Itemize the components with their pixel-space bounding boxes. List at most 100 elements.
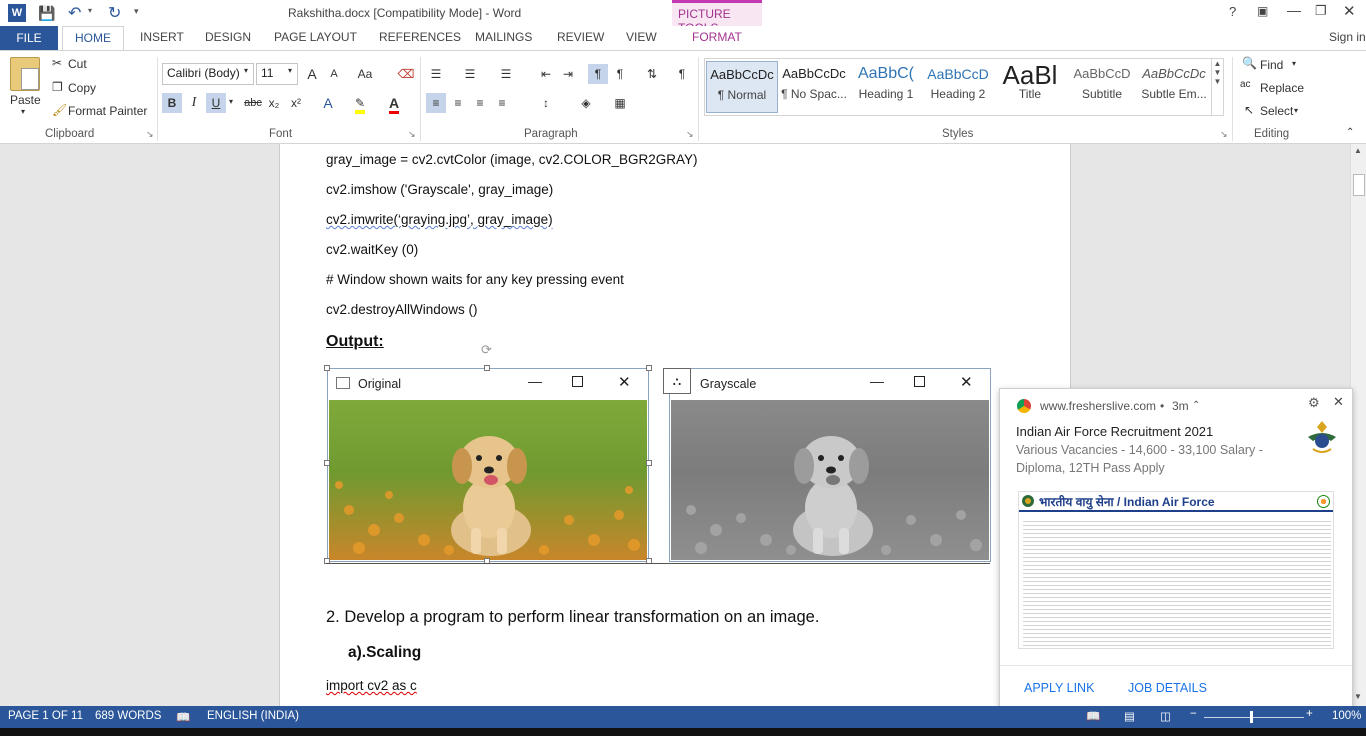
browser-notification[interactable]: www.fresherslive.com • 3m ⌃ ⚙ ✕ Indian A… [999, 388, 1353, 712]
collapse-ribbon-icon[interactable]: ⌃ [1346, 127, 1354, 138]
find-dropdown-icon[interactable]: ▾ [1292, 59, 1296, 68]
scroll-up-icon[interactable]: ▲ [1354, 146, 1362, 155]
resize-handle[interactable] [324, 460, 330, 466]
help-icon[interactable]: ? [1229, 4, 1236, 19]
underline-button[interactable]: U [206, 93, 226, 113]
clear-formatting-icon[interactable]: ⌫ [396, 64, 416, 84]
tab-format[interactable]: FORMAT [692, 30, 742, 44]
section-heading[interactable]: 2. Develop a program to perform linear t… [326, 608, 819, 627]
gear-icon[interactable]: ⚙ [1308, 395, 1320, 411]
redo-icon[interactable]: ↻ [108, 3, 121, 23]
find-button[interactable]: Find [1260, 58, 1283, 72]
scroll-down-icon[interactable]: ▼ [1354, 692, 1362, 701]
code-line[interactable]: cv2.waitKey (0) [326, 242, 418, 257]
restore-icon[interactable]: ❐ [1315, 3, 1327, 19]
multilevel-list-icon[interactable]: ☰ [496, 64, 516, 84]
web-layout-icon[interactable]: ◫ [1160, 709, 1171, 723]
word-count[interactable]: 689 WORDS [95, 710, 161, 722]
superscript-button[interactable]: x² [286, 93, 306, 113]
bold-button[interactable]: B [162, 93, 182, 113]
tab-mailings[interactable]: MAILINGS [475, 30, 532, 44]
justify-icon[interactable]: ≡ [492, 93, 512, 113]
italic-button[interactable]: I [184, 93, 204, 113]
align-left-icon[interactable]: ≡ [426, 93, 446, 113]
paragraph-launcher-icon[interactable]: ↘ [686, 129, 694, 140]
subsection-heading[interactable]: a).Scaling [348, 644, 421, 662]
format-painter-button[interactable]: Format Painter [68, 104, 147, 118]
read-mode-icon[interactable]: 📖 [1086, 709, 1100, 723]
style-subtitle[interactable]: AaBbCcD Subtitle [1066, 61, 1138, 113]
sign-in-link[interactable]: Sign in [1329, 30, 1366, 44]
text-effects-icon[interactable]: A [318, 93, 338, 113]
undo-dropdown-icon[interactable]: ▾ [88, 6, 92, 15]
grayscale-window-image[interactable]: ⛬ Grayscale — ✕ [663, 368, 991, 562]
bullets-icon[interactable]: ☰ [426, 64, 446, 84]
change-case-icon[interactable]: Aa [352, 64, 378, 84]
style-title[interactable]: AaBl Title [994, 61, 1066, 113]
show-marks-icon[interactable]: ¶ [672, 64, 692, 84]
select-button[interactable]: Select [1260, 104, 1293, 118]
page-count[interactable]: PAGE 1 OF 11 [8, 710, 83, 722]
zoom-in-icon[interactable]: + [1306, 708, 1313, 720]
ribbon-display-icon[interactable]: ▣ [1257, 4, 1268, 18]
line-spacing-icon[interactable]: ↕ [536, 93, 556, 113]
rotate-handle-icon[interactable]: ⟳ [481, 342, 492, 358]
font-size-dropdown-icon[interactable]: ▾ [288, 66, 292, 75]
font-family-select[interactable]: Calibri (Body) [162, 63, 254, 85]
resize-handle[interactable] [484, 365, 490, 371]
tab-file[interactable]: FILE [0, 26, 58, 50]
zoom-out-icon[interactable]: − [1190, 708, 1197, 720]
customize-toolbar-icon[interactable]: ▾ [134, 6, 139, 17]
rtl-icon[interactable]: ¶ [610, 64, 630, 84]
tab-design[interactable]: DESIGN [205, 30, 251, 44]
align-right-icon[interactable]: ≡ [470, 93, 490, 113]
font-color-icon[interactable]: A [384, 93, 404, 114]
resize-handle[interactable] [646, 460, 652, 466]
resize-handle[interactable] [324, 365, 330, 371]
tab-view[interactable]: VIEW [626, 30, 657, 44]
save-icon[interactable]: 💾 [38, 5, 55, 22]
code-line[interactable]: # Window shown waits for any key pressin… [326, 272, 624, 287]
style-no-spacing[interactable]: AaBbCcDc ¶ No Spac... [778, 61, 850, 113]
minimize-icon[interactable]: — [1287, 2, 1301, 18]
code-line[interactable]: import cv2 as c [326, 678, 417, 693]
paste-icon[interactable] [10, 57, 40, 91]
paste-dropdown-icon[interactable]: ▾ [21, 107, 25, 116]
paste-button[interactable]: Paste [10, 93, 41, 107]
cut-button[interactable]: Cut [68, 57, 87, 71]
layout-options-icon[interactable]: ⛬ [663, 368, 691, 394]
copy-button[interactable]: Copy [68, 81, 96, 95]
shrink-font-icon[interactable]: A [324, 64, 344, 84]
select-dropdown-icon[interactable]: ▾ [1294, 106, 1298, 115]
decrease-indent-icon[interactable]: ⇤ [536, 64, 556, 84]
tab-page-layout[interactable]: PAGE LAYOUT [274, 30, 357, 44]
zoom-slider-thumb[interactable] [1250, 711, 1253, 723]
proofing-icon[interactable]: 📖 [176, 710, 190, 724]
zoom-slider[interactable] [1204, 717, 1304, 718]
numbering-icon[interactable]: ☰ [460, 64, 480, 84]
subscript-button[interactable]: x₂ [264, 93, 284, 113]
clipboard-launcher-icon[interactable]: ↘ [146, 129, 154, 140]
code-line[interactable]: gray_image = cv2.cvtColor (image, cv2.CO… [326, 152, 698, 167]
close-icon[interactable]: ✕ [1333, 394, 1344, 410]
apply-link-button[interactable]: APPLY LINK [1024, 681, 1094, 695]
document-page[interactable]: gray_image = cv2.cvtColor (image, cv2.CO… [279, 144, 1071, 706]
styles-launcher-icon[interactable]: ↘ [1220, 129, 1228, 140]
job-details-button[interactable]: JOB DETAILS [1128, 681, 1207, 695]
code-line[interactable]: cv2.imshow ('Grayscale', gray_image) [326, 182, 553, 197]
align-center-icon[interactable]: ≡ [448, 93, 468, 113]
style-heading-2[interactable]: AaBbCcD Heading 2 [922, 61, 994, 113]
code-line[interactable]: cv2.destroyAllWindows () [326, 302, 478, 317]
resize-handle[interactable] [646, 365, 652, 371]
tab-insert[interactable]: INSERT [140, 30, 184, 44]
style-heading-1[interactable]: AaBbC( Heading 1 [850, 61, 922, 113]
highlight-icon[interactable]: ✎ [350, 93, 370, 114]
strikethrough-button[interactable]: abc [242, 93, 264, 113]
code-line[interactable]: cv2.imwrite(‘graying.jpg’, gray_image) [326, 212, 553, 227]
undo-icon[interactable]: ↶ [68, 3, 81, 23]
print-layout-icon[interactable]: ▤ [1124, 709, 1135, 723]
zoom-level[interactable]: 100% [1332, 710, 1361, 722]
increase-indent-icon[interactable]: ⇥ [558, 64, 578, 84]
ltr-icon[interactable]: ¶ [588, 64, 608, 84]
language-indicator[interactable]: ENGLISH (INDIA) [207, 710, 299, 722]
